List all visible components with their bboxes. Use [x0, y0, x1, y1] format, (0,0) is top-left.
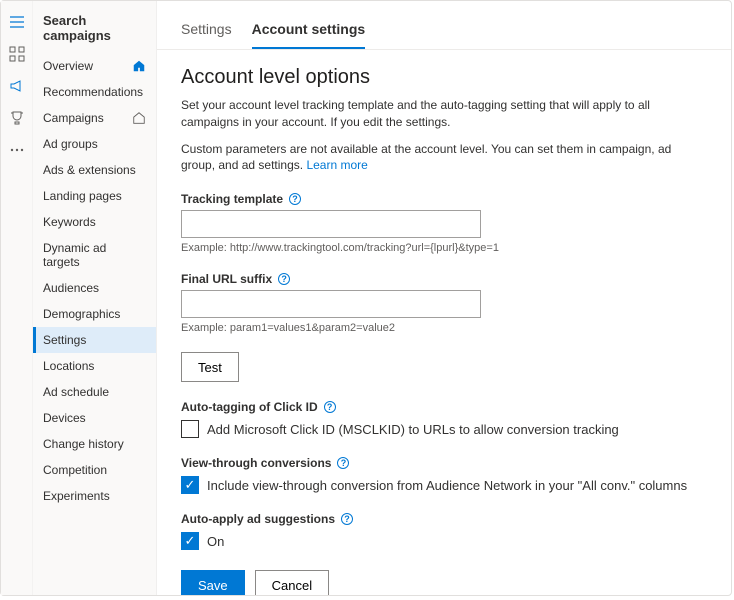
learn-more-link[interactable]: Learn more [306, 158, 367, 172]
test-button-block: Test [181, 352, 707, 382]
sidebar-item-demographics[interactable]: Demographics [33, 301, 156, 327]
sidebar-item-dynamic-ad-targets[interactable]: Dynamic ad targets [33, 235, 156, 275]
sidebar-item-change-history[interactable]: Change history [33, 431, 156, 457]
auto-tagging-label-row: Auto-tagging of Click ID ? [181, 400, 707, 414]
final-url-suffix-input[interactable] [181, 290, 481, 318]
sidebar-item-experiments[interactable]: Experiments [33, 483, 156, 509]
page-desc-2-text: Custom parameters are not available at t… [181, 142, 671, 173]
test-button[interactable]: Test [181, 352, 239, 382]
sidebar-item-label: Locations [43, 359, 146, 373]
sidebar-item-label: Campaigns [43, 111, 132, 125]
page-desc: Set your account level tracking template… [181, 97, 707, 131]
sidebar-item-settings[interactable]: Settings [33, 327, 156, 353]
auto-apply-label: Auto-apply ad suggestions [181, 512, 335, 526]
more-icon[interactable] [8, 141, 26, 159]
tracking-template-label: Tracking template [181, 192, 283, 206]
help-icon[interactable]: ? [324, 401, 336, 413]
auto-apply-block: Auto-apply ad suggestions ? On [181, 512, 707, 550]
sidebar-item-label: Ads & extensions [43, 163, 146, 177]
help-icon[interactable]: ? [337, 457, 349, 469]
left-rail [1, 1, 33, 595]
page-title: Account level options [181, 66, 707, 89]
sidebar-item-devices[interactable]: Devices [33, 405, 156, 431]
view-through-label: View-through conversions [181, 456, 331, 470]
auto-tagging-block: Auto-tagging of Click ID ? Add Microsoft… [181, 400, 707, 438]
home-outline-icon [132, 111, 146, 125]
trophy-icon[interactable] [8, 109, 26, 127]
sidebar-item-label: Ad schedule [43, 385, 146, 399]
dashboard-icon[interactable] [8, 45, 26, 63]
home-icon [132, 59, 146, 73]
sidebar-item-landing-pages[interactable]: Landing pages [33, 183, 156, 209]
final-url-suffix-label-row: Final URL suffix ? [181, 272, 707, 286]
content: Account level options Set your account l… [157, 66, 731, 595]
help-icon[interactable]: ? [289, 193, 301, 205]
sidebar-item-overview[interactable]: Overview [33, 53, 156, 79]
sidebar-item-label: Audiences [43, 281, 146, 295]
sidebar-item-label: Competition [43, 463, 146, 477]
tracking-template-example: Example: http://www.trackingtool.com/tra… [181, 242, 707, 254]
sidebar: Search campaigns Overview Recommendation… [33, 1, 157, 595]
auto-apply-checkbox-row: On [181, 532, 707, 550]
help-icon[interactable]: ? [278, 273, 290, 285]
megaphone-icon[interactable] [8, 77, 26, 95]
help-icon[interactable]: ? [341, 513, 353, 525]
tracking-template-block: Tracking template ? Example: http://www.… [181, 192, 707, 254]
sidebar-item-locations[interactable]: Locations [33, 353, 156, 379]
sidebar-item-audiences[interactable]: Audiences [33, 275, 156, 301]
page-desc-2: Custom parameters are not available at t… [181, 141, 707, 175]
sidebar-item-label: Dynamic ad targets [43, 241, 146, 269]
auto-apply-checkbox-label: On [207, 534, 224, 549]
sidebar-item-ads-extensions[interactable]: Ads & extensions [33, 157, 156, 183]
main-panel: Settings Account settings Account level … [157, 1, 731, 595]
final-url-suffix-block: Final URL suffix ? Example: param1=value… [181, 272, 707, 334]
sidebar-item-label: Recommendations [43, 85, 146, 99]
view-through-checkbox-label: Include view-through conversion from Aud… [207, 478, 687, 493]
sidebar-item-label: Demographics [43, 307, 146, 321]
auto-tagging-checkbox-row: Add Microsoft Click ID (MSCLKID) to URLs… [181, 420, 707, 438]
auto-tagging-label: Auto-tagging of Click ID [181, 400, 318, 414]
cancel-button[interactable]: Cancel [255, 570, 329, 595]
sidebar-item-recommendations[interactable]: Recommendations [33, 79, 156, 105]
auto-tagging-checkbox-label: Add Microsoft Click ID (MSCLKID) to URLs… [207, 422, 619, 437]
sidebar-item-label: Overview [43, 59, 132, 73]
sidebar-item-label: Change history [43, 437, 146, 451]
final-url-suffix-example: Example: param1=values1&param2=value2 [181, 322, 707, 334]
sidebar-title: Search campaigns [33, 1, 156, 53]
view-through-checkbox-row: Include view-through conversion from Aud… [181, 476, 707, 494]
sidebar-item-competition[interactable]: Competition [33, 457, 156, 483]
auto-apply-label-row: Auto-apply ad suggestions ? [181, 512, 707, 526]
sidebar-item-keywords[interactable]: Keywords [33, 209, 156, 235]
sidebar-item-label: Settings [43, 333, 146, 347]
sidebar-item-label: Devices [43, 411, 146, 425]
view-through-label-row: View-through conversions ? [181, 456, 707, 470]
sidebar-item-label: Experiments [43, 489, 146, 503]
tabs: Settings Account settings [157, 1, 731, 50]
final-url-suffix-label: Final URL suffix [181, 272, 272, 286]
tracking-template-input[interactable] [181, 210, 481, 238]
tab-account-settings[interactable]: Account settings [252, 21, 366, 49]
sidebar-item-ad-groups[interactable]: Ad groups [33, 131, 156, 157]
tracking-template-label-row: Tracking template ? [181, 192, 707, 206]
hamburger-icon[interactable] [8, 13, 26, 31]
sidebar-item-label: Ad groups [43, 137, 146, 151]
sidebar-item-label: Keywords [43, 215, 146, 229]
sidebar-item-ad-schedule[interactable]: Ad schedule [33, 379, 156, 405]
tab-settings[interactable]: Settings [181, 21, 232, 49]
auto-tagging-checkbox[interactable] [181, 420, 199, 438]
view-through-checkbox[interactable] [181, 476, 199, 494]
save-button[interactable]: Save [181, 570, 245, 595]
button-row: Save Cancel [181, 570, 707, 595]
auto-apply-checkbox[interactable] [181, 532, 199, 550]
sidebar-item-campaigns[interactable]: Campaigns [33, 105, 156, 131]
view-through-block: View-through conversions ? Include view-… [181, 456, 707, 494]
sidebar-item-label: Landing pages [43, 189, 146, 203]
